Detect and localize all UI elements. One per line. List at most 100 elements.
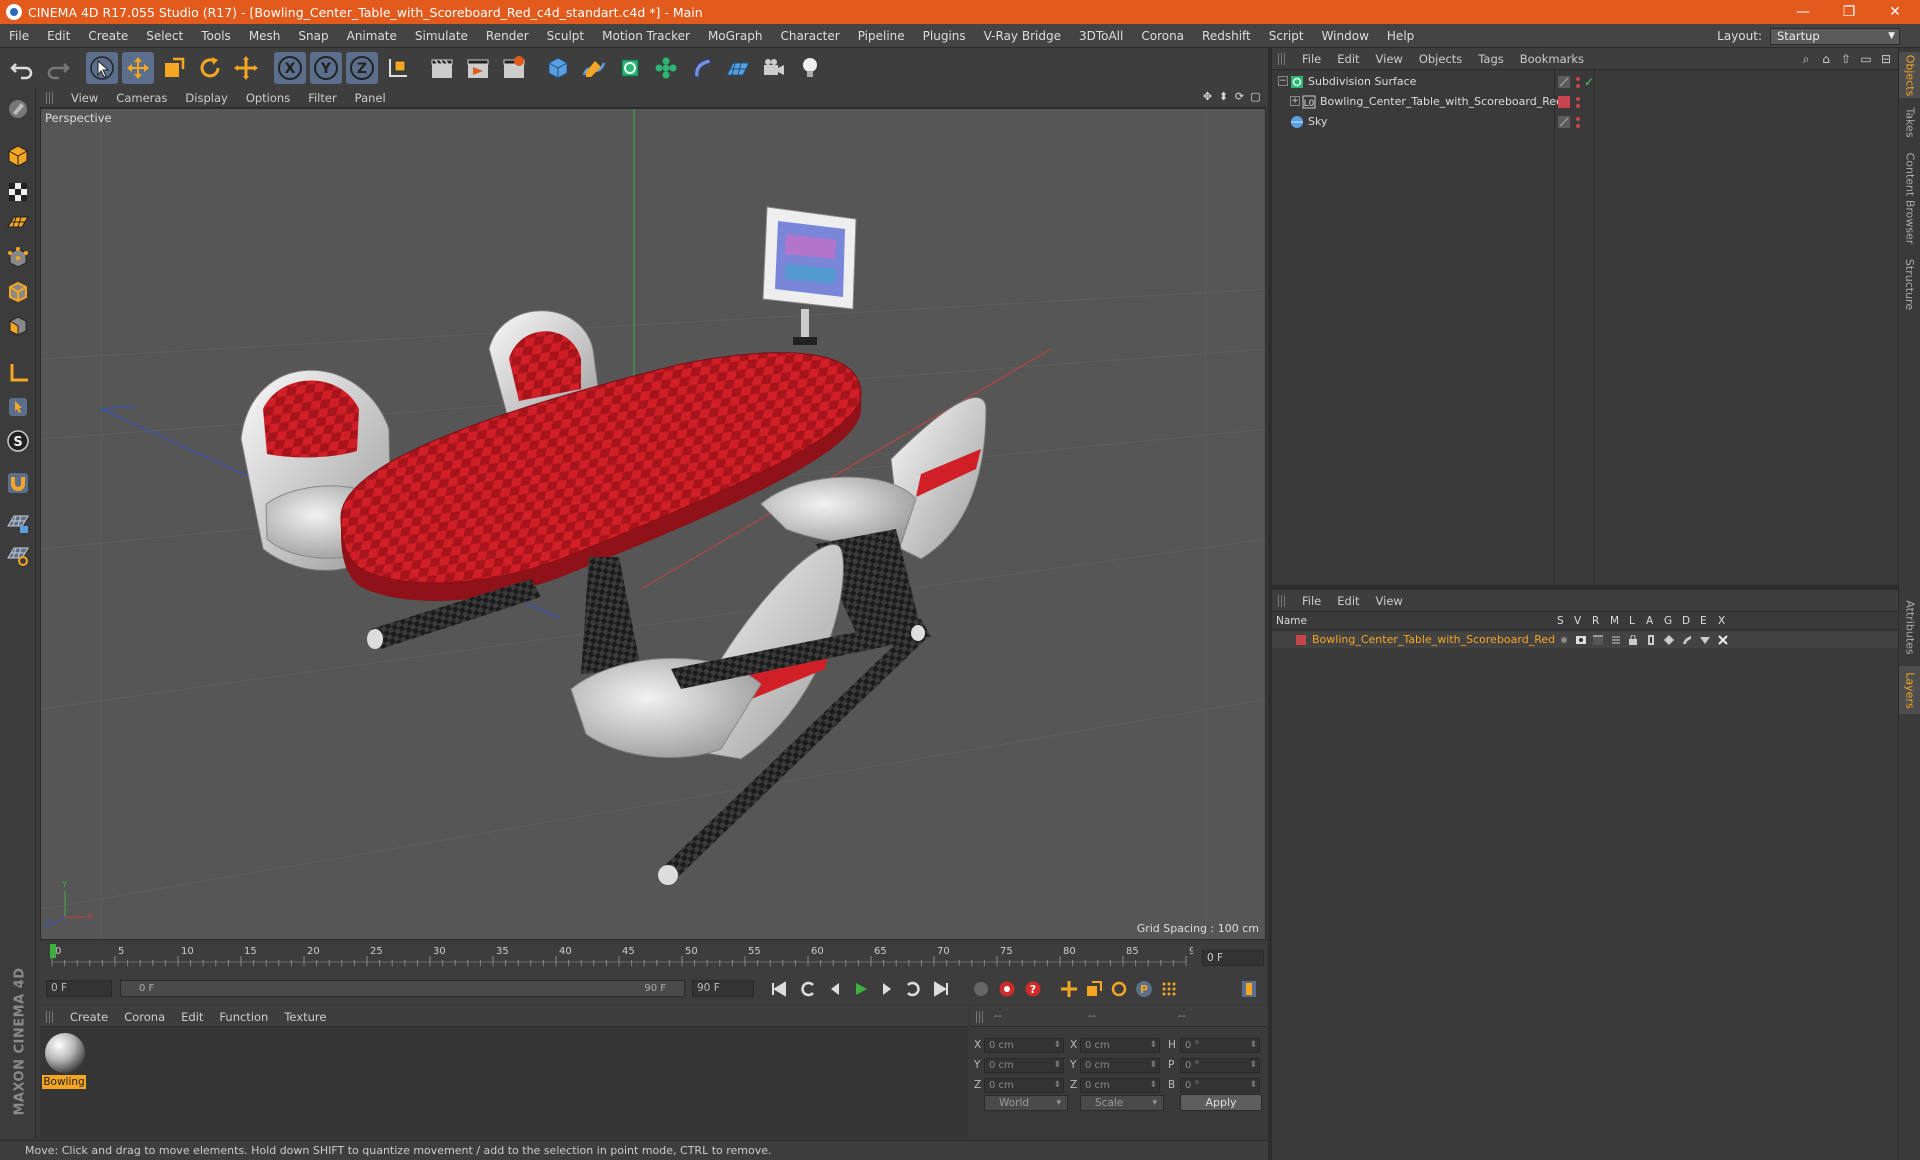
viewport-menu-view[interactable]: View [62, 91, 107, 105]
menu-pipeline[interactable]: Pipeline [849, 29, 914, 43]
rot-b-field[interactable]: 0 ° [1180, 1078, 1260, 1093]
layer-col-animation[interactable]: A [1646, 615, 1653, 627]
expression-icon[interactable] [1700, 635, 1710, 645]
size-x-field[interactable]: 0 cm [1080, 1038, 1160, 1053]
eye-icon[interactable] [1576, 635, 1586, 645]
maximize-view-icon[interactable]: ▢ [1249, 90, 1262, 104]
viewport-menu-display[interactable]: Display [176, 91, 236, 105]
objects-menu-view[interactable]: View [1368, 52, 1411, 66]
layer-tag-icon[interactable] [1558, 116, 1570, 128]
viewport-menu-panel[interactable]: Panel [346, 91, 395, 105]
menu-motion-tracker[interactable]: Motion Tracker [593, 29, 699, 43]
key-scale-button[interactable] [1083, 979, 1105, 999]
layer-col-generators[interactable]: G [1664, 615, 1672, 627]
editor-visibility-dot-icon[interactable] [1576, 117, 1580, 121]
size-z-field[interactable]: 0 cm [1080, 1078, 1160, 1093]
pos-z-field[interactable]: 0 cm [984, 1078, 1064, 1093]
move-tool-button[interactable] [122, 52, 154, 84]
film-icon[interactable] [1646, 635, 1656, 645]
x-axis-lock-button[interactable]: X [274, 52, 306, 84]
material-menu-edit[interactable]: Edit [173, 1010, 211, 1024]
pos-x-field[interactable]: 0 cm [984, 1038, 1064, 1053]
layer-col-manager[interactable]: M [1610, 615, 1619, 627]
viewport-menu-options[interactable]: Options [237, 91, 299, 105]
menu-select[interactable]: Select [137, 29, 192, 43]
next-key-button[interactable] [902, 979, 924, 999]
coordinate-system-button[interactable] [382, 52, 414, 84]
menu-edit[interactable]: Edit [38, 29, 79, 43]
panel-grip-icon[interactable] [1278, 594, 1286, 607]
minimize-button[interactable]: — [1780, 0, 1826, 24]
material-swatch[interactable] [43, 1031, 87, 1075]
expand-toggle-icon[interactable]: + [1290, 96, 1300, 106]
pan-view-icon[interactable]: ✥ [1201, 90, 1214, 104]
collapse-toggle-icon[interactable]: − [1278, 76, 1288, 86]
tweak-mode-button[interactable] [3, 392, 33, 422]
play-button[interactable] [850, 979, 872, 999]
panel-grip-icon[interactable] [976, 1011, 984, 1023]
manager-list-icon[interactable] [1611, 635, 1621, 645]
objects-menu-objects[interactable]: Objects [1411, 52, 1470, 66]
workplane-mode-button[interactable] [3, 207, 33, 237]
rot-h-field[interactable]: 0 ° [1180, 1038, 1260, 1053]
tab-layers[interactable]: Layers [1899, 666, 1920, 714]
z-axis-lock-button[interactable]: Z [346, 52, 378, 84]
key-pla-button[interactable] [1158, 979, 1180, 999]
layer-col-name[interactable]: Name [1276, 615, 1307, 627]
menu-sculpt[interactable]: Sculpt [538, 29, 593, 43]
layer-color-icon[interactable] [1558, 96, 1570, 108]
timeline-ruler[interactable]: 051015202530354045505560657075808590 [48, 944, 1193, 974]
go-to-end-button[interactable] [930, 979, 952, 999]
layout-dropdown[interactable]: Startup ▼ [1770, 27, 1900, 45]
menu-window[interactable]: Window [1313, 29, 1378, 43]
object-row-subdivision-surface[interactable]: − Subdivision Surface ✓ [1272, 73, 1898, 93]
enable-axis-button[interactable] [3, 358, 33, 388]
live-selection-button[interactable] [86, 52, 118, 84]
perspective-viewport[interactable]: Y X Z Perspective Grid Spacing : 100 cm [40, 108, 1266, 940]
rotate-tool-button[interactable] [194, 52, 226, 84]
search-icon[interactable]: ⌕ [1798, 51, 1814, 67]
objects-menu-tags[interactable]: Tags [1470, 52, 1511, 66]
layer-color-swatch[interactable] [1296, 635, 1306, 645]
menu-simulate[interactable]: Simulate [406, 29, 477, 43]
apply-button[interactable]: Apply [1180, 1094, 1262, 1111]
previous-frame-button[interactable] [824, 979, 846, 999]
material-menu-function[interactable]: Function [211, 1010, 276, 1024]
objects-menu-edit[interactable]: Edit [1329, 52, 1367, 66]
layer-col-expressions[interactable]: E [1700, 615, 1707, 627]
render-visibility-dot-icon[interactable] [1576, 104, 1580, 108]
pin-icon[interactable]: ⊟ [1878, 51, 1894, 67]
scale-tool-button[interactable] [158, 52, 190, 84]
timeline[interactable]: 051015202530354045505560657075808590 0 F [40, 944, 1266, 974]
layer-col-view[interactable]: V [1574, 615, 1581, 627]
home-icon[interactable]: ⌂ [1818, 51, 1834, 67]
render-settings-button[interactable] [498, 52, 530, 84]
size-mode-dropdown[interactable]: Scale [1080, 1095, 1164, 1111]
menu-animate[interactable]: Animate [338, 29, 406, 43]
next-frame-button[interactable] [876, 979, 898, 999]
generator-icon[interactable] [1664, 635, 1674, 645]
undo-button[interactable] [6, 52, 38, 84]
playhead[interactable] [50, 944, 56, 958]
render-picture-viewer-button[interactable] [462, 52, 494, 84]
add-deformer-button[interactable] [686, 52, 718, 84]
menu-file[interactable]: File [0, 29, 38, 43]
menu-plugins[interactable]: Plugins [914, 29, 975, 43]
points-mode-button[interactable] [3, 243, 33, 273]
panel-grip-icon[interactable] [1278, 52, 1286, 65]
restore-button[interactable]: ❐ [1826, 0, 1872, 24]
recent-tool-button[interactable] [230, 52, 262, 84]
render-visibility-dot-icon[interactable] [1576, 84, 1580, 88]
material-name[interactable]: Bowling [42, 1075, 86, 1089]
polygons-mode-button[interactable] [3, 311, 33, 341]
object-row-sky[interactable]: Sky [1272, 113, 1898, 133]
menu-help[interactable]: Help [1378, 29, 1423, 43]
dolly-view-icon[interactable]: ⬍ [1217, 90, 1230, 104]
menu-mograph[interactable]: MoGraph [699, 29, 772, 43]
previous-key-button[interactable] [797, 979, 819, 999]
layer-col-render[interactable]: R [1592, 615, 1599, 627]
planar-workplane-button[interactable] [3, 540, 33, 570]
tab-takes[interactable]: Takes [1899, 102, 1920, 142]
y-axis-lock-button[interactable]: Y [310, 52, 342, 84]
render-visibility-dot-icon[interactable] [1576, 124, 1580, 128]
